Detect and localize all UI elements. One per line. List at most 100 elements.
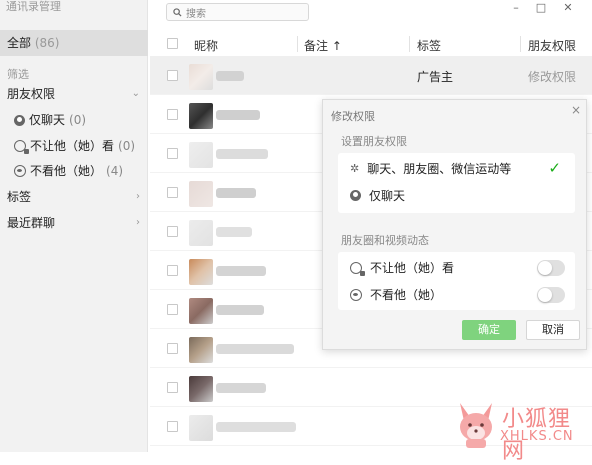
watermark-url: XHLKS.CN: [500, 429, 574, 444]
section-moments-video: 朋友圈和视频动态: [341, 234, 429, 247]
sidebar-all-label: 全部: [7, 36, 32, 50]
lock-icon: [14, 140, 29, 154]
avatar: [189, 259, 213, 285]
avatar: [189, 298, 213, 324]
chevron-right-icon: ›: [136, 191, 140, 202]
toggle-row-dont-see-theirs: 不看他（她）: [338, 281, 575, 308]
app-title: 通讯录管理: [6, 0, 61, 13]
row-tag: 广告主: [417, 70, 454, 84]
avatar: [189, 337, 213, 363]
maximize-button[interactable]: □: [534, 1, 548, 15]
avatar: [189, 376, 213, 402]
row-checkbox[interactable]: [167, 109, 178, 120]
user-icon: [14, 114, 25, 126]
search-placeholder: 搜索: [186, 8, 206, 20]
sparkle-icon: ✲: [350, 162, 360, 175]
sidebar-item-all[interactable]: 全部 (86): [0, 30, 148, 56]
permission-options-card: ✲ 聊天、朋友圈、微信运动等 ✓ 仅聊天: [338, 153, 575, 213]
nickname-redacted: [216, 188, 256, 198]
dialog-title: 修改权限: [331, 110, 375, 123]
row-checkbox[interactable]: [167, 265, 178, 276]
toggle-label: 不让他（她）看: [370, 261, 455, 275]
nickname-redacted: [216, 149, 268, 159]
nickname-redacted: [216, 110, 260, 120]
option-chat-moments-etc[interactable]: ✲ 聊天、朋友圈、微信运动等 ✓: [338, 155, 575, 182]
nickname-redacted: [216, 383, 266, 393]
nickname-redacted: [216, 344, 294, 354]
chevron-right-icon: ›: [136, 217, 140, 228]
sidebar: 通讯录管理 全部 (86) 筛选 朋友权限 ⌄ 仅聊天 (0) 不让他（她）看 …: [0, 0, 148, 452]
nickname-redacted: [216, 422, 296, 432]
perm-item-count: (0): [118, 139, 136, 153]
perm-item-hide-moments[interactable]: 不让他（她）看 (0): [14, 136, 135, 156]
nickname-redacted: [216, 71, 244, 81]
avatar: [189, 415, 213, 441]
sidebar-item-recent-groups[interactable]: 最近群聊 ›: [0, 210, 148, 236]
row-checkbox[interactable]: [167, 70, 178, 81]
toggle-switch[interactable]: [537, 287, 565, 303]
recent-groups-label: 最近群聊: [7, 216, 56, 230]
row-checkbox[interactable]: [167, 382, 178, 393]
perm-item-label: 不让他（她）看: [30, 139, 115, 153]
search-icon: [173, 7, 182, 17]
toggle-switch[interactable]: [537, 260, 565, 276]
perm-item-count: (4): [106, 164, 124, 178]
header-nickname[interactable]: 昵称: [194, 37, 218, 54]
nickname-redacted: [216, 227, 252, 237]
row-checkbox[interactable]: [167, 421, 178, 432]
watermark: 小狐狸网 XHLKS.CN: [452, 395, 592, 464]
friend-perm-label: 朋友权限: [7, 87, 56, 101]
section-friend-permission: 设置朋友权限: [341, 135, 407, 148]
header-remark[interactable]: 备注 ↑: [304, 37, 342, 54]
option-label: 聊天、朋友圈、微信运动等: [367, 162, 512, 176]
row-checkbox[interactable]: [167, 226, 178, 237]
option-chat-only[interactable]: 仅聊天: [338, 182, 575, 209]
option-label: 仅聊天: [369, 189, 406, 203]
avatar: [189, 181, 213, 207]
toggle-row-hide-my-moments: 不让他（她）看: [338, 254, 575, 281]
row-checkbox[interactable]: [167, 343, 178, 354]
row-checkbox[interactable]: [167, 148, 178, 159]
user-icon: [350, 190, 361, 201]
close-button[interactable]: ✕: [561, 1, 575, 15]
fox-logo-icon: [460, 403, 492, 448]
row-checkbox[interactable]: [167, 304, 178, 315]
nickname-redacted: [216, 305, 264, 315]
header-perm[interactable]: 朋友权限: [528, 37, 576, 54]
header-divider: [520, 36, 521, 52]
nickname-redacted: [216, 266, 266, 276]
moments-options-card: 不让他（她）看 不看他（她）: [338, 252, 575, 310]
avatar: [189, 103, 213, 129]
chevron-down-icon: ⌄: [131, 88, 140, 99]
header-tag[interactable]: 标签: [417, 37, 441, 54]
perm-item-label: 不看他（她）: [30, 164, 103, 178]
sidebar-item-tags[interactable]: 标签 ›: [0, 184, 148, 210]
modify-permission-dialog: 修改权限 × 设置朋友权限 ✲ 聊天、朋友圈、微信运动等 ✓ 仅聊天 朋友圈和视…: [322, 99, 587, 350]
eye-icon: [350, 288, 362, 301]
checkmark-icon: ✓: [548, 159, 561, 177]
perm-item-count: (0): [69, 113, 87, 127]
close-icon[interactable]: ×: [571, 103, 581, 117]
minimize-button[interactable]: –: [509, 1, 523, 15]
table-header: 昵称 备注 ↑ 标签 朋友权限: [150, 33, 592, 55]
lock-icon: [350, 261, 365, 276]
cancel-button[interactable]: 取消: [526, 320, 580, 340]
row-checkbox[interactable]: [167, 187, 178, 198]
tags-label: 标签: [7, 190, 32, 204]
table-row[interactable]: 广告主 修改权限: [150, 56, 592, 95]
toggle-label: 不看他（她）: [370, 288, 443, 302]
avatar: [189, 220, 213, 246]
perm-item-label: 仅聊天: [29, 113, 66, 127]
modify-permission-link[interactable]: 修改权限: [528, 68, 576, 85]
avatar: [189, 64, 213, 90]
confirm-button[interactable]: 确定: [462, 320, 516, 340]
perm-item-chat-only[interactable]: 仅聊天 (0): [14, 110, 86, 130]
search-input[interactable]: 搜索: [166, 3, 309, 21]
sidebar-item-friend-perm[interactable]: 朋友权限 ⌄: [0, 81, 148, 107]
sidebar-all-count: (86): [34, 36, 60, 50]
select-all-checkbox[interactable]: [167, 38, 178, 49]
header-divider: [409, 36, 410, 52]
header-divider: [297, 36, 298, 52]
eye-icon: [14, 165, 26, 177]
perm-item-dont-see[interactable]: 不看他（她） (4): [14, 161, 123, 181]
